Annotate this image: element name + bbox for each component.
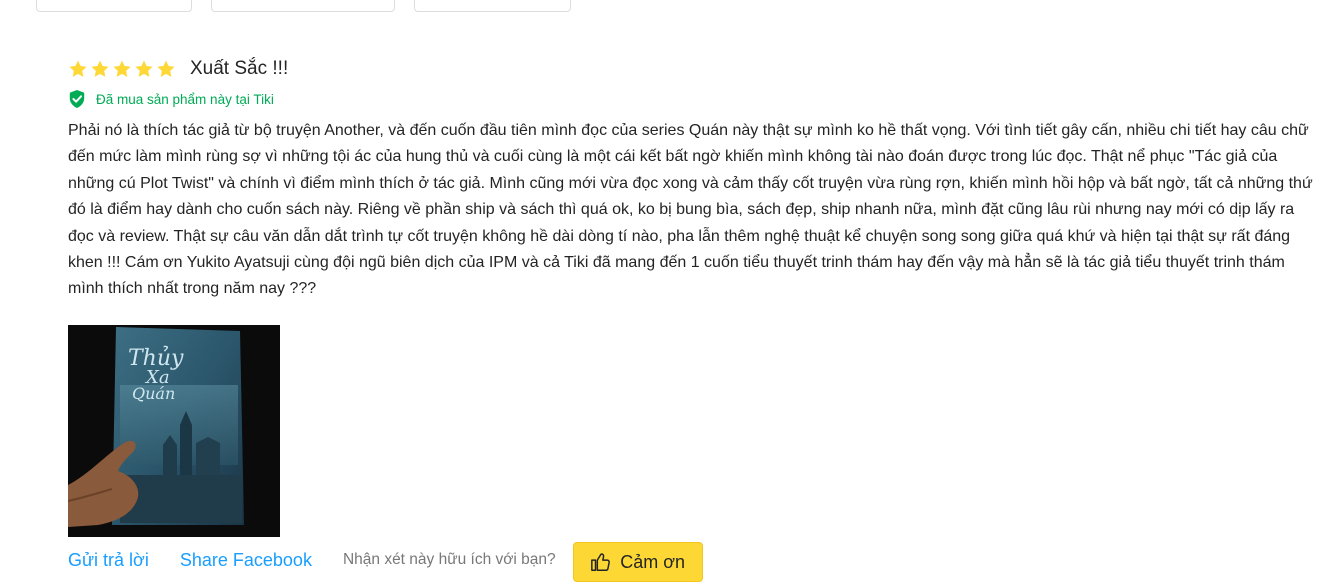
verified-purchase: Đã mua sản phẩm này tại Tiki (68, 88, 1318, 110)
thanks-button[interactable]: Cảm ơn (572, 542, 703, 582)
review-title: Xuất Sắc !!! (190, 58, 289, 79)
review-content: Phải nó là thích tác giả từ bộ truyện An… (68, 122, 1313, 298)
thanks-label: Cảm ơn (620, 551, 686, 572)
reply-link[interactable]: Gửi trả lời (68, 550, 149, 571)
filter-option-3[interactable] (414, 0, 571, 12)
shield-check-icon (69, 90, 85, 108)
star-icon (91, 60, 109, 77)
svg-text:Quán: Quán (132, 384, 175, 403)
review-item: Xuất Sắc !!! Đã mua sản phẩm này tại Tik… (68, 56, 1318, 537)
star-icon (157, 60, 175, 77)
filter-option-2[interactable] (211, 0, 395, 12)
star-icon (135, 60, 153, 77)
star-icon (69, 60, 87, 77)
helpful-question: Nhận xét này hữu ích với bạn? (342, 551, 556, 568)
review-actions: Gửi trả lời Share Facebook Nhận xét này … (68, 542, 703, 582)
verified-purchase-text: Đã mua sản phẩm này tại Tiki (96, 91, 274, 107)
rating-stars (68, 59, 176, 79)
star-icon (113, 60, 131, 77)
review-header: Xuất Sắc !!! (68, 56, 1318, 82)
filter-option-1[interactable] (36, 0, 192, 12)
book-photo-image: Thủy Xa Quán (68, 324, 280, 537)
share-facebook-link[interactable]: Share Facebook (180, 550, 312, 571)
review-photo[interactable]: Thủy Xa Quán (68, 324, 280, 537)
